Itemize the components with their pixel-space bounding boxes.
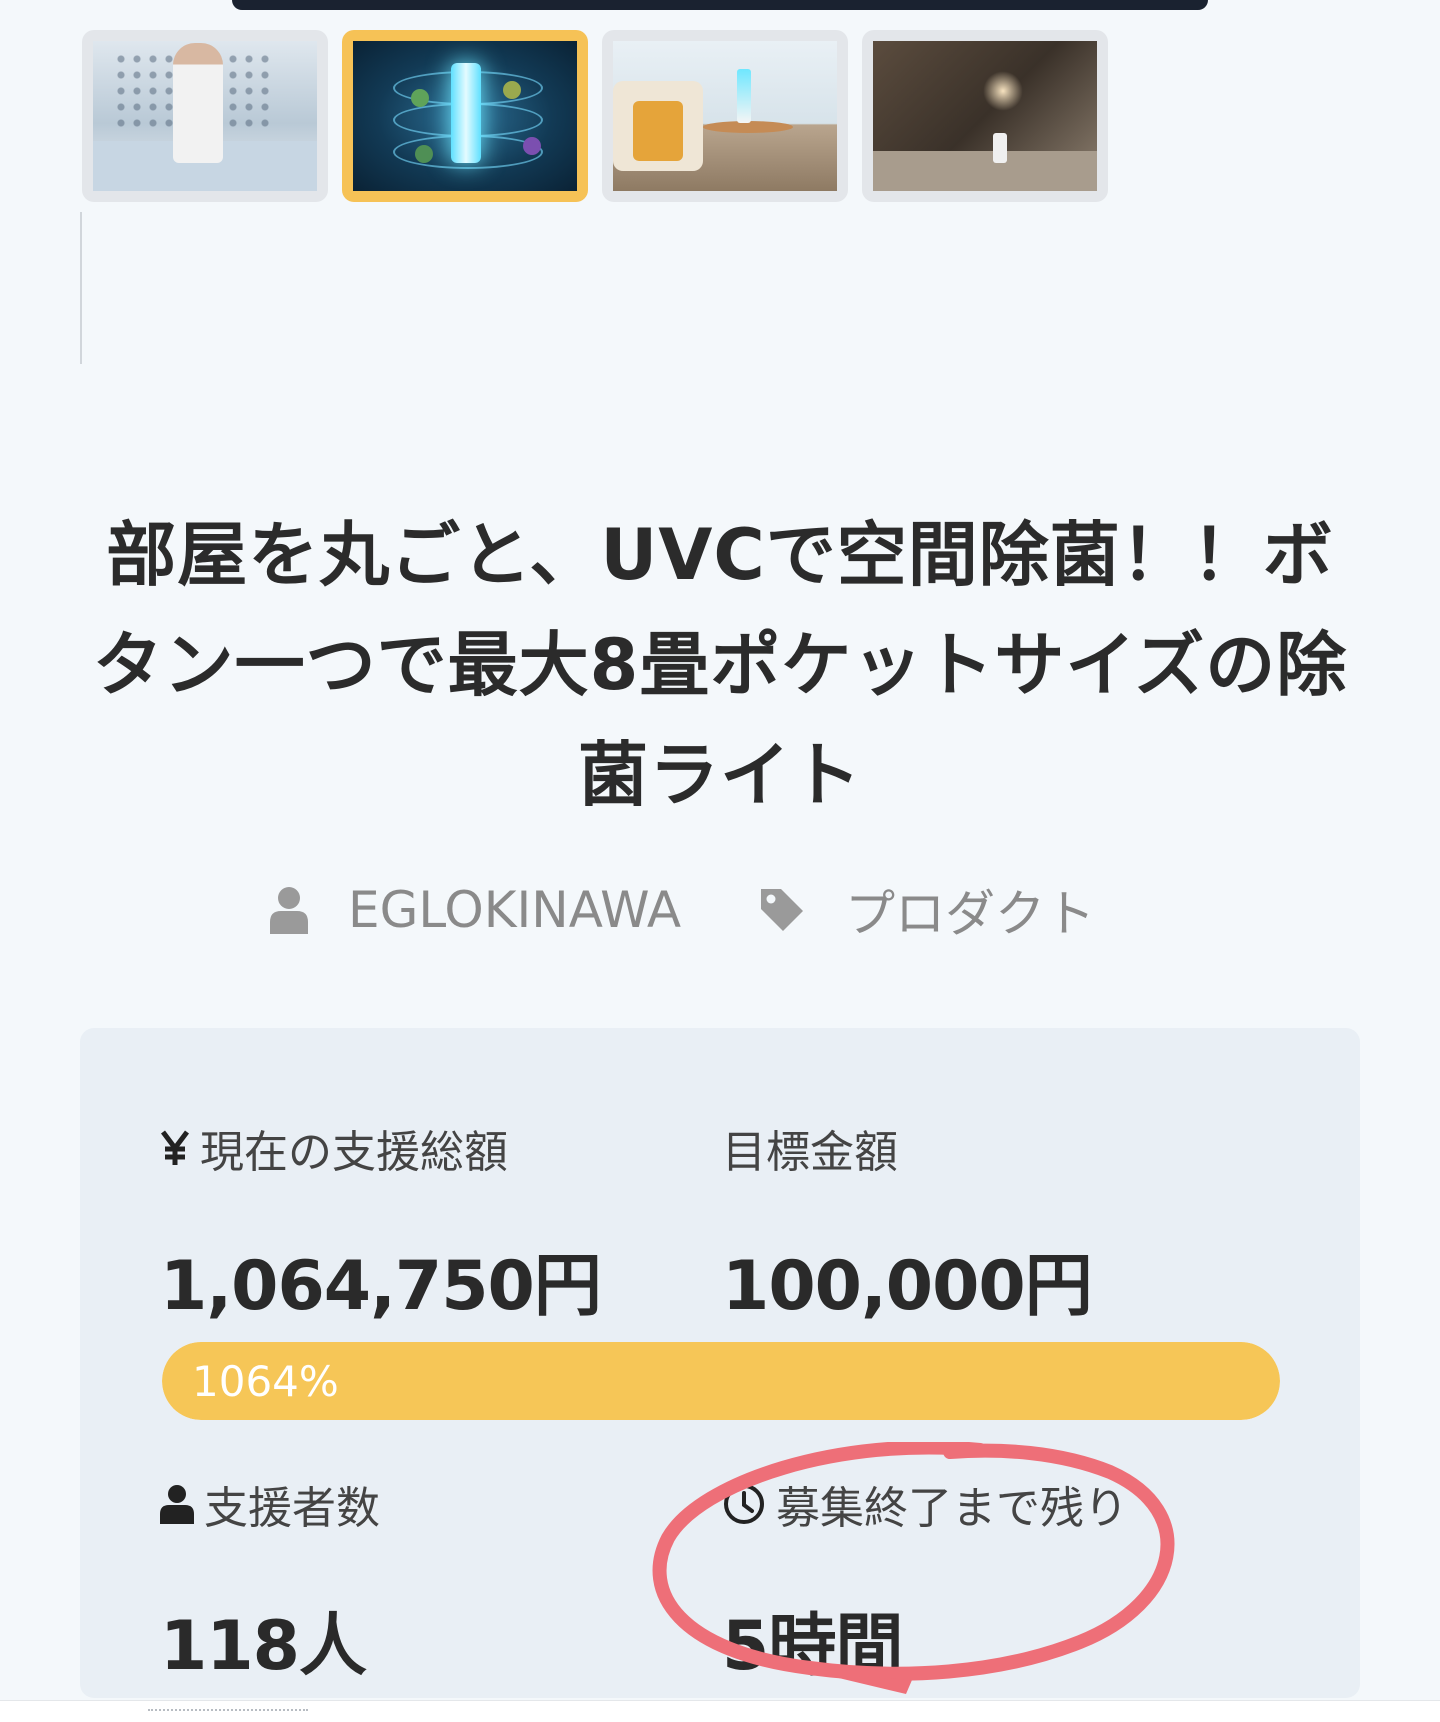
goal-stat: 目標金額 100,000円	[722, 1118, 1093, 1329]
thumbnail-image	[353, 41, 577, 191]
title-line: 部屋を丸ごと、UVCで空間除菌！！ボ	[106, 514, 1334, 596]
funding-stats-card: 現在の支援総額 1,064,750円 目標金額 100,000円 1064% 支…	[80, 1028, 1360, 1698]
raised-label-row: 現在の支援総額	[160, 1118, 601, 1178]
divider	[80, 212, 82, 364]
yen-icon	[161, 1130, 189, 1165]
backers-stat: 支援者数 118人	[160, 1474, 380, 1689]
backers-label: 支援者数	[204, 1483, 380, 1534]
dotted-divider	[148, 1709, 308, 1711]
bottom-bar	[0, 1700, 1440, 1722]
raised-value: 1,064,750円	[160, 1247, 602, 1326]
thumbnail-image	[873, 41, 1097, 191]
remaining-label-row: 募集終了まで残り	[722, 1474, 1128, 1534]
category-link[interactable]: プロダクト	[759, 874, 1095, 946]
remaining-value: 5時間	[722, 1607, 903, 1686]
title-line: 菌ライト	[578, 734, 862, 816]
clock-icon	[724, 1484, 764, 1524]
goal-value: 100,000円	[722, 1247, 1093, 1326]
main-image-bottom-edge	[232, 0, 1208, 10]
backers-label-row: 支援者数	[160, 1474, 380, 1534]
thumbnail-uvc-germs[interactable]	[342, 30, 588, 202]
goal-label: 目標金額	[722, 1127, 898, 1178]
thumbnail-bedroom[interactable]	[862, 30, 1108, 202]
backers-value: 118人	[160, 1607, 367, 1686]
funding-progress-bar: 1064%	[162, 1342, 1280, 1420]
remaining-label: 募集終了まで残り	[776, 1483, 1128, 1534]
owner-name: EGLOKINAWA	[348, 881, 682, 939]
user-icon	[270, 887, 308, 934]
goal-label-row: 目標金額	[722, 1118, 1092, 1178]
category-name: プロダクト	[845, 885, 1096, 943]
progress-fill: 1064%	[162, 1342, 1280, 1420]
project-page: 部屋を丸ごと、UVCで空間除菌！！ボ タン一つで最大8畳ポケットサイズの除 菌ラ…	[0, 0, 1440, 1722]
tag-icon	[761, 889, 804, 931]
thumbnail-image	[613, 41, 837, 191]
project-meta: EGLOKINAWA プロダクト	[270, 870, 1095, 950]
thumbnail-image	[93, 41, 317, 191]
raised-stat: 現在の支援総額 1,064,750円	[160, 1118, 602, 1329]
thumbnail-living-room[interactable]	[602, 30, 848, 202]
title-line: タン一つで最大8畳ポケットサイズの除	[92, 624, 1348, 706]
thumbnail-gallery	[82, 30, 1108, 202]
project-title: 部屋を丸ごと、UVCで空間除菌！！ボ タン一つで最大8畳ポケットサイズの除 菌ラ…	[90, 500, 1350, 830]
raised-label: 現在の支援総額	[200, 1127, 508, 1178]
user-icon	[160, 1485, 194, 1524]
owner-link[interactable]: EGLOKINAWA	[270, 881, 681, 939]
thumbnail-kitchen[interactable]	[82, 30, 328, 202]
remaining-stat: 募集終了まで残り 5時間	[722, 1474, 1128, 1689]
progress-percent: 1064%	[192, 1356, 339, 1406]
